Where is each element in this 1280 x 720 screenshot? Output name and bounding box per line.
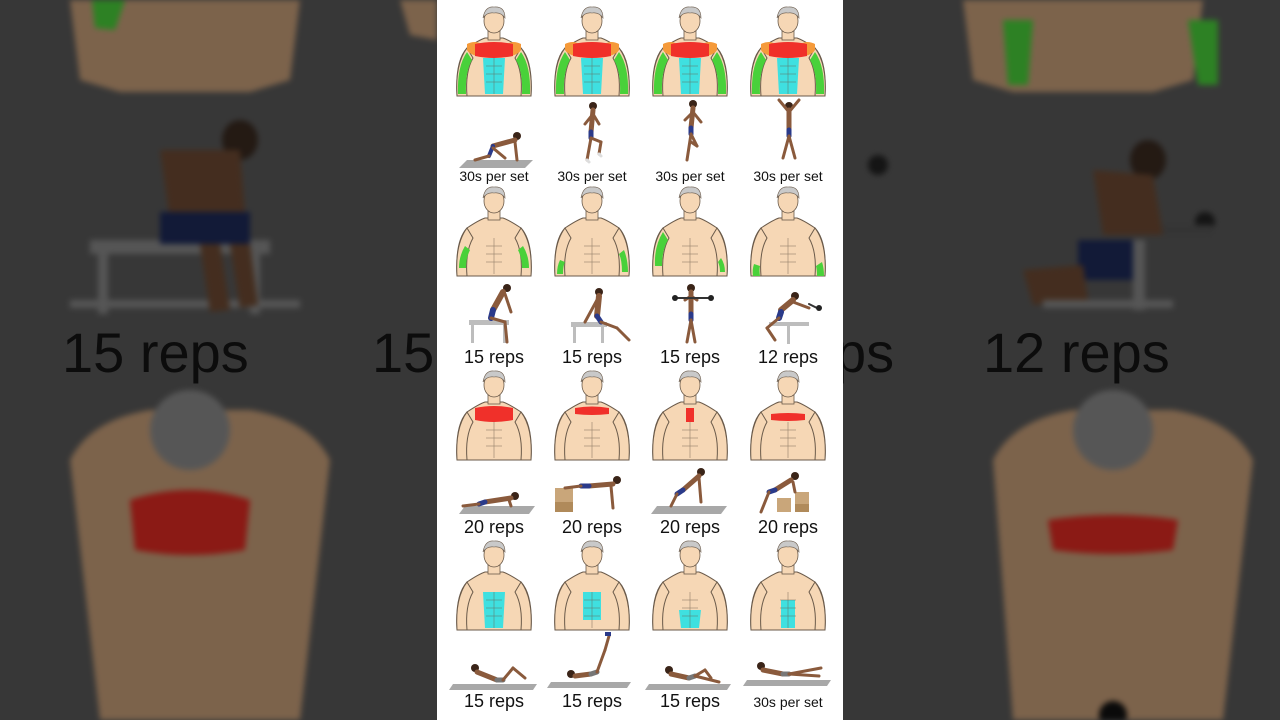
exercise-row-2: 15 reps 15 reps 15 reps 12 reps [437,278,843,370]
exercise-row-3: 20 reps 20 reps 20 reps 20 reps [437,462,843,542]
torso-muscle-illustration [750,6,826,97]
torso-muscle-illustration [750,186,826,277]
torso-muscle-illustration [554,370,630,461]
right-panel-partial-caption: ps [843,321,895,384]
muscle-diagram [445,540,543,632]
muscle-diagram [445,6,543,98]
torso-muscle-illustration [456,540,532,631]
exercise-row-1: 30s per set 30s per set 30s per set 30s … [437,98,843,190]
exercise-card: 12 reps [739,278,837,370]
muscle-diagram [641,6,739,98]
muscle-diagram [641,540,739,632]
muscle-diagram [445,186,543,278]
exercise-illustration [683,100,703,162]
torso-muscle-illustration [652,370,728,461]
muscle-row-4 [437,540,843,632]
exercise-illustration [459,132,533,168]
muscle-diagram [739,6,837,98]
exercise-caption: 20 reps [463,517,525,537]
muscle-row-1 [437,6,843,98]
muscle-diagram [543,540,641,632]
exercise-card: 15 reps [641,630,739,720]
exercise-card: 30s per set [739,630,837,720]
exercise-illustration [571,288,631,343]
exercise-card: 20 reps [739,462,837,542]
exercise-illustration [583,102,603,164]
muscle-row-2 [437,186,843,278]
torso-muscle-illustration [652,540,728,631]
torso-muscle-illustration [554,6,630,97]
muscle-diagram [543,370,641,462]
muscle-diagram [543,186,641,278]
muscle-diagram [739,540,837,632]
exercise-illustration [765,292,822,344]
muscle-diagram [543,6,641,98]
left-blurred-background: 15 reps 15 [0,0,437,720]
torso-muscle-illustration [652,6,728,97]
left-panel-partial-caption: 15 [372,321,435,384]
muscle-diagram [739,370,837,462]
exercise-row-4: 15 reps 15 reps 15 reps 30s per set [437,630,843,720]
exercise-caption: 20 reps [757,517,819,537]
exercise-caption: 30s per set [459,168,529,184]
right-panel-caption: 12 reps [983,321,1170,384]
muscle-diagram [641,370,739,462]
exercise-caption: 15 reps [659,691,721,711]
exercise-caption: 15 reps [561,347,623,367]
muscle-row-3 [437,370,843,462]
exercise-card: 30s per set [739,98,837,190]
exercise-illustration [459,492,535,514]
torso-muscle-illustration [456,186,532,277]
exercise-card: 15 reps [641,278,739,370]
exercise-card: 30s per set [543,98,641,190]
exercise-caption: 30s per set [753,694,823,710]
exercise-illustration [651,468,727,514]
exercise-card: 30s per set [445,98,543,190]
torso-muscle-illustration [456,370,532,461]
exercise-illustration [672,284,714,344]
muscle-diagram [641,186,739,278]
exercise-caption: 15 reps [463,691,525,711]
torso-muscle-illustration [456,6,532,97]
left-panel-caption: 15 reps [62,321,249,384]
torso-muscle-illustration [652,186,728,277]
exercise-card: 15 reps [445,278,543,370]
exercise-illustration [743,662,831,686]
exercise-card: 20 reps [641,462,739,542]
exercise-illustration [449,664,537,690]
exercise-caption: 15 reps [463,347,525,367]
torso-muscle-illustration [750,540,826,631]
exercise-card: 15 reps [445,630,543,720]
workout-chart: 30s per set 30s per set 30s per set 30s … [437,0,843,720]
exercise-illustration [777,98,801,160]
exercise-card: 20 reps [445,462,543,542]
exercise-caption: 30s per set [753,168,823,184]
exercise-caption: 15 reps [561,691,623,711]
exercise-illustration [555,476,621,512]
exercise-caption: 15 reps [659,347,721,367]
exercise-caption: 30s per set [557,168,627,184]
exercise-illustration [469,284,513,344]
exercise-caption: 30s per set [655,168,725,184]
muscle-diagram [739,186,837,278]
muscle-diagram [445,370,543,462]
exercise-illustration [759,472,809,514]
exercise-caption: 20 reps [561,517,623,537]
torso-muscle-illustration [554,540,630,631]
torso-muscle-illustration [750,370,826,461]
right-blurred-background: ps 12 reps [843,0,1280,720]
exercise-card: 15 reps [543,278,641,370]
exercise-card: 30s per set [641,98,739,190]
exercise-card: 20 reps [543,462,641,542]
exercise-card: 15 reps [543,630,641,720]
exercise-illustration [645,666,731,690]
torso-muscle-illustration [554,186,630,277]
exercise-illustration [547,632,631,688]
exercise-caption: 20 reps [659,517,721,537]
exercise-caption: 12 reps [757,347,819,367]
